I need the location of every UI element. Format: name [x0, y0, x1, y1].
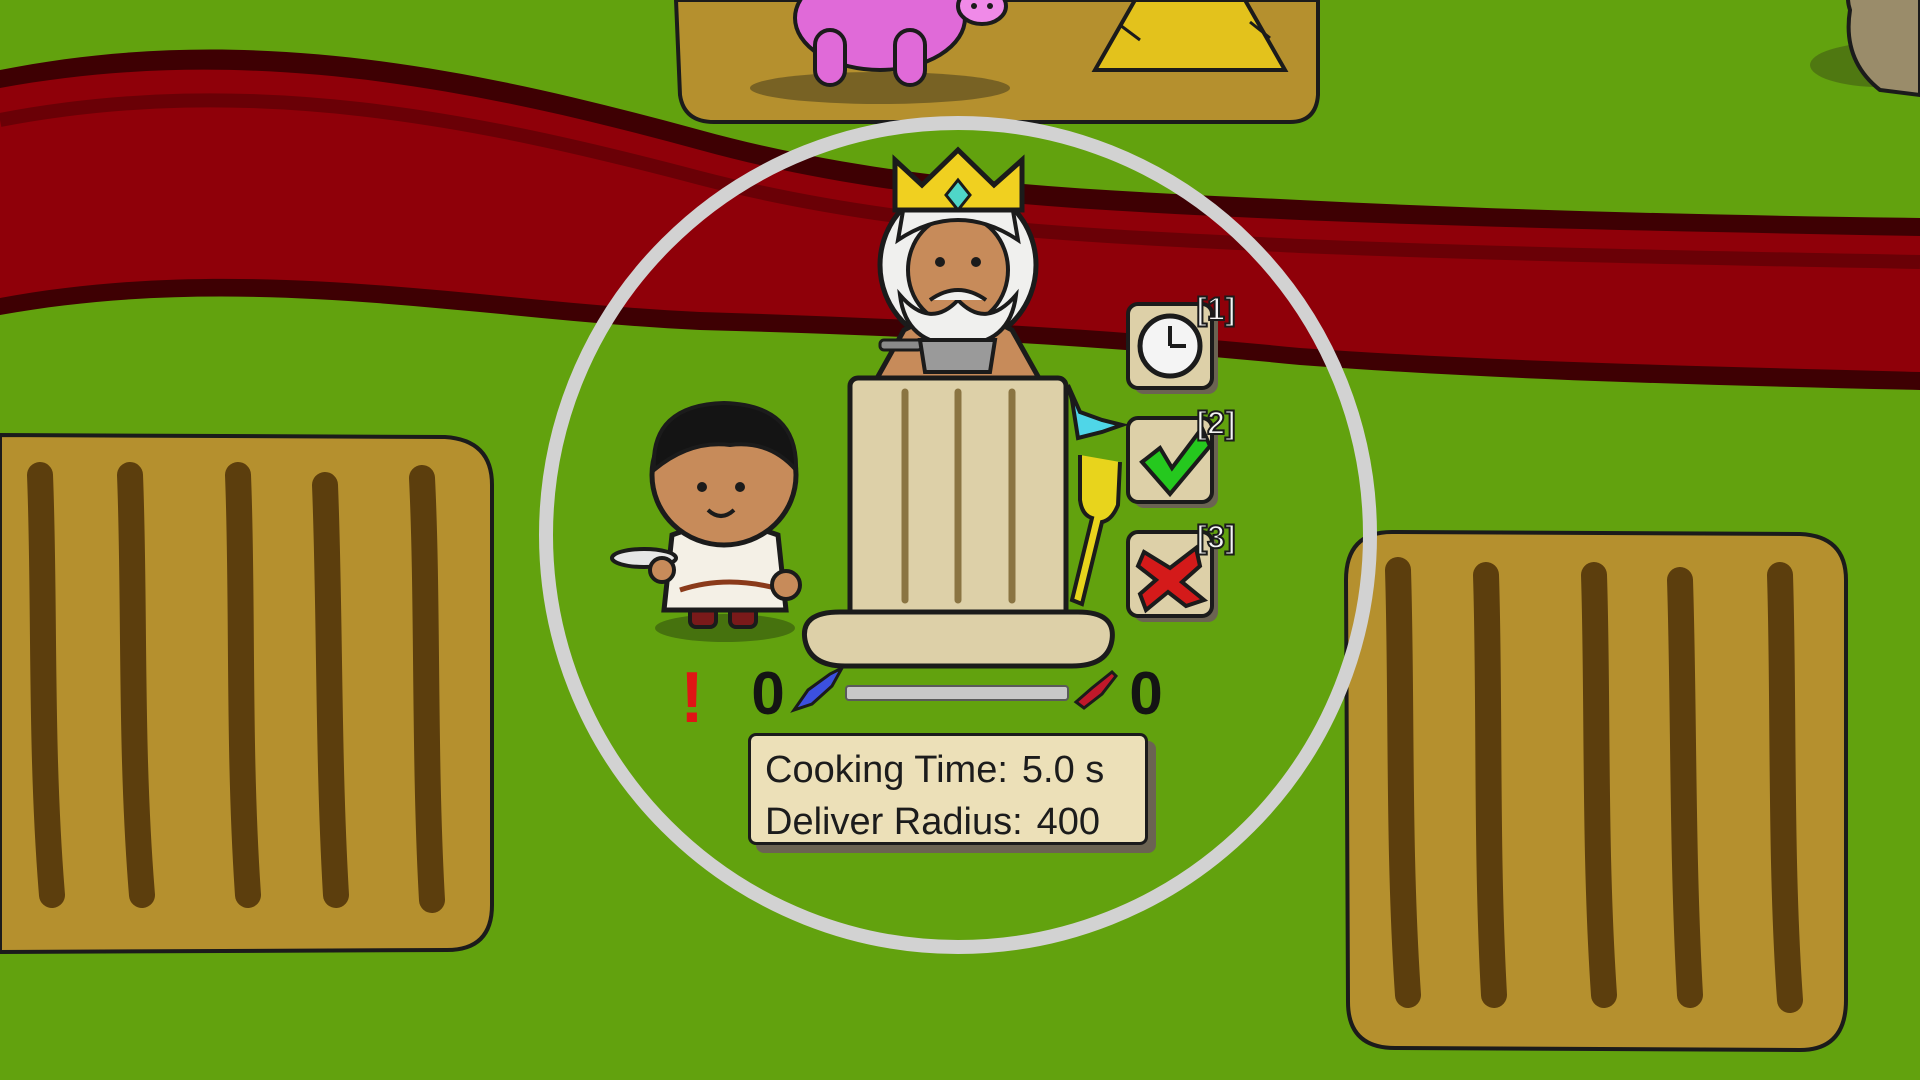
- station-info-panel: Cooking Time: 5.0 s Deliver Radius: 400: [748, 733, 1148, 845]
- deliver-radius-row: Deliver Radius: 400: [765, 796, 1131, 848]
- accept-key-label: [2]: [1196, 405, 1235, 441]
- crop-field-left: [0, 432, 494, 955]
- deliver-radius-label: Deliver Radius:: [765, 801, 1023, 843]
- deliver-radius-value: 400: [1036, 801, 1101, 843]
- clock-icon: [1137, 313, 1203, 379]
- crop-field-right: [1343, 529, 1848, 1053]
- cooking-time-label: Cooking Time:: [765, 749, 1008, 791]
- animal-pen: [673, 0, 1320, 124]
- game-scene: ! 0 0 [1] [2] [3]: [0, 0, 1920, 1080]
- alert-icon: !: [680, 658, 704, 738]
- progress-bar: [845, 685, 1069, 701]
- king-chef-sprite[interactable]: [871, 146, 1045, 383]
- score-right: 0: [1129, 660, 1162, 727]
- cooking-time-value: 5.0 s: [1021, 749, 1105, 791]
- score-left: 0: [751, 660, 784, 727]
- cooking-station-column[interactable]: [801, 375, 1115, 669]
- reject-key-label: [3]: [1196, 519, 1235, 555]
- wait-key-label: [1]: [1196, 291, 1235, 327]
- cooking-time-row: Cooking Time: 5.0 s: [765, 744, 1131, 796]
